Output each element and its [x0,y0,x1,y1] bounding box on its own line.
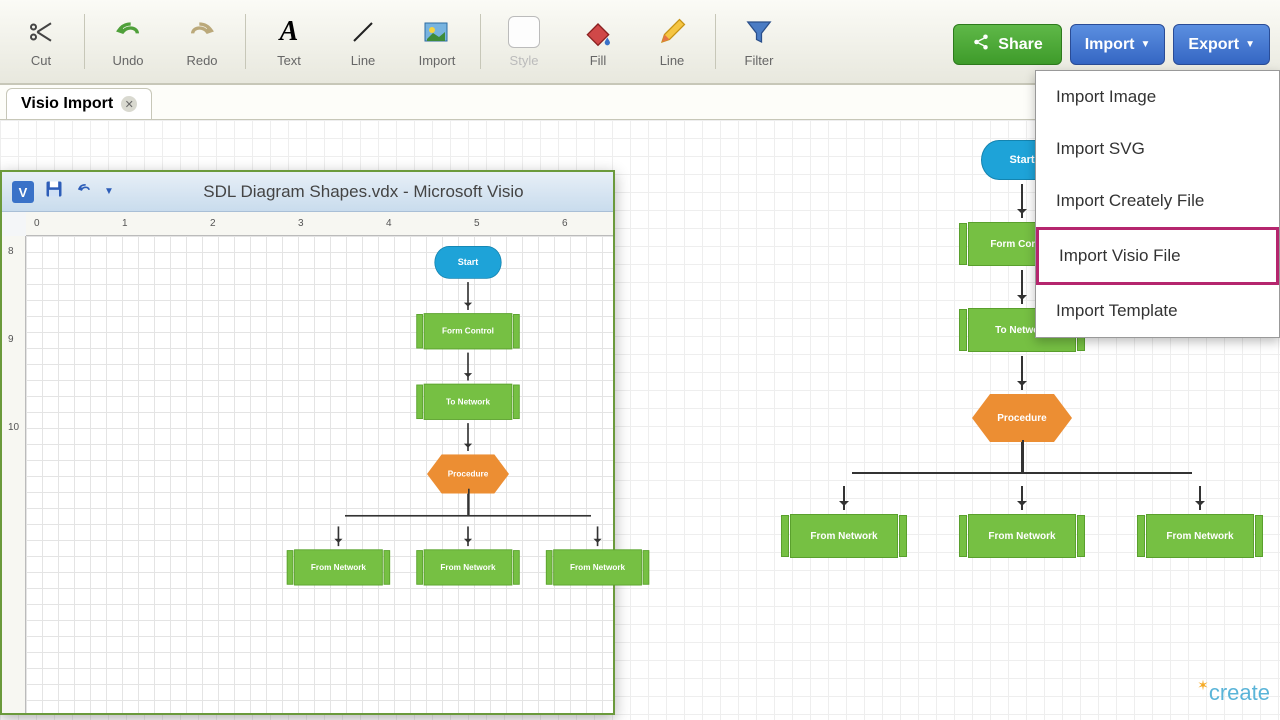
visio-ruler-vertical: 8 9 10 [2,236,26,713]
line-tool-button[interactable]: Line [328,4,398,79]
brand-watermark: ✶create [1197,680,1270,706]
visio-diagram: Start Form Control To Network Procedure … [294,246,642,585]
style-button[interactable]: Style [489,4,559,79]
import-tool-button[interactable]: Import [402,4,472,79]
scissors-icon [24,15,58,49]
svg-text:V: V [19,185,28,200]
from-network-node[interactable]: From Network [790,514,898,558]
dropdown-item-import-svg[interactable]: Import SVG [1036,123,1279,175]
from-network-node[interactable]: From Network [968,514,1076,558]
share-icon [972,33,990,56]
filter-button[interactable]: Filter [724,4,794,79]
dropdown-item-import-visio[interactable]: Import Visio File [1036,227,1279,285]
share-button[interactable]: Share [953,24,1061,65]
image-import-icon [420,15,454,49]
redo-icon [185,15,219,49]
visio-app-icon: V [12,181,34,203]
fill-button[interactable]: Fill [563,4,633,79]
from-network-node[interactable]: From Network [294,549,383,585]
text-tool-button[interactable]: A Text [254,4,324,79]
save-icon[interactable] [44,179,64,204]
text-icon: A [272,15,306,49]
undo-button[interactable]: Undo [93,4,163,79]
dropdown-item-import-template[interactable]: Import Template [1036,285,1279,337]
form-control-node[interactable]: Form Control [424,313,513,349]
chevron-down-icon: ▼ [1245,39,1255,50]
cut-button[interactable]: Cut [6,4,76,79]
paint-bucket-icon [581,15,615,49]
export-dropdown-button[interactable]: Export ▼ [1173,24,1270,65]
dropdown-item-import-creately[interactable]: Import Creately File [1036,175,1279,227]
visio-preview-window: V ▼ SDL Diagram Shapes.vdx - Microsoft V… [0,170,615,715]
visio-titlebar: V ▼ SDL Diagram Shapes.vdx - Microsoft V… [2,172,613,212]
redo-button[interactable]: Redo [167,4,237,79]
line-style-button[interactable]: Line [637,4,707,79]
start-node[interactable]: Start [434,246,501,279]
visio-title: SDL Diagram Shapes.vdx - Microsoft Visio [124,182,603,202]
dropdown-item-import-image[interactable]: Import Image [1036,71,1279,123]
pencil-icon [655,15,689,49]
tab-visio-import[interactable]: Visio Import ✕ [6,88,152,119]
cut-label: Cut [31,53,51,68]
close-tab-icon[interactable]: ✕ [121,96,137,112]
visio-undo-icon[interactable] [74,179,94,204]
visio-canvas[interactable]: Start Form Control To Network Procedure … [26,236,613,713]
from-network-node[interactable]: From Network [1146,514,1254,558]
undo-icon [111,15,145,49]
style-swatch-icon [507,15,541,49]
import-dropdown-menu: Import Image Import SVG Import Creately … [1035,70,1280,338]
funnel-icon [742,15,776,49]
to-network-node[interactable]: To Network [424,384,513,420]
procedure-node[interactable]: Procedure [972,394,1072,442]
from-network-node[interactable]: From Network [424,549,513,585]
visio-ruler-horizontal: 0 1 2 3 4 5 6 [26,212,613,236]
import-dropdown-button[interactable]: Import ▼ [1070,24,1166,65]
line-icon [346,15,380,49]
chevron-down-icon: ▼ [1141,39,1151,50]
from-network-node[interactable]: From Network [553,549,642,585]
